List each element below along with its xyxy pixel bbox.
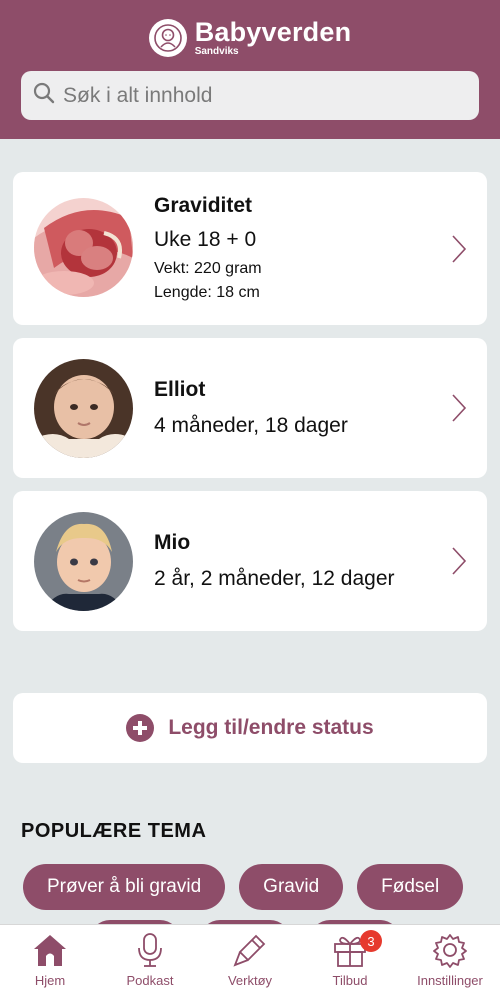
tab-label: Podkast [126, 973, 174, 988]
topic-chips: Prøver å bli gravid Gravid Fødsel [23, 864, 464, 910]
child-name: Mio [154, 531, 191, 554]
app-header: Babyverden Sandviks [0, 0, 500, 139]
brand-logo[interactable]: Babyverden Sandviks [0, 18, 500, 57]
search-input[interactable] [63, 83, 443, 108]
pregnancy-weight: Vekt: 220 gram [154, 260, 262, 277]
bottom-tab-bar: Hjem Podkast Verktøy 3 Tilbud Innstillin… [0, 924, 500, 998]
brush-icon [230, 931, 270, 969]
fetus-image [34, 198, 133, 297]
home-icon [30, 931, 70, 969]
search-icon [33, 82, 55, 109]
topic-chip[interactable]: Fødsel [357, 864, 464, 910]
chevron-right-icon [452, 394, 467, 422]
pregnancy-card[interactable]: Graviditet Uke 18 + 0 Vekt: 220 gram Len… [13, 172, 487, 325]
search-bar[interactable] [21, 71, 479, 120]
pregnancy-title: Graviditet [154, 194, 253, 217]
tab-tools[interactable]: Verktøy [200, 925, 300, 998]
pregnancy-length: Lengde: 18 cm [154, 284, 260, 301]
avatar [34, 359, 133, 458]
brand-subtitle: Sandviks [194, 46, 239, 57]
chevron-right-icon [452, 235, 467, 263]
tab-settings[interactable]: Innstillinger [400, 925, 500, 998]
notification-badge: 3 [360, 930, 382, 952]
tab-podcast[interactable]: Podkast [100, 925, 200, 998]
add-status-label: Legg til/endre status [168, 716, 374, 739]
popular-topics-heading: POPULÆRE TEMA [21, 820, 207, 842]
avatar [34, 512, 133, 611]
child-age: 4 måneder, 18 dager [154, 414, 348, 437]
chevron-right-icon [452, 547, 467, 575]
child-name: Elliot [154, 378, 206, 401]
tab-label: Hjem [34, 973, 66, 988]
tab-label: Innstillinger [417, 973, 483, 988]
child-age: 2 år, 2 måneder, 12 dager [154, 567, 395, 590]
tab-label: Verktøy [227, 973, 273, 988]
tab-label: Tilbud [332, 973, 368, 988]
add-status-button[interactable]: Legg til/endre status [13, 693, 487, 763]
pregnancy-week: Uke 18 + 0 [154, 228, 257, 251]
child-card-elliot[interactable]: Elliot 4 måneder, 18 dager [13, 338, 487, 478]
tab-home[interactable]: Hjem [0, 925, 100, 998]
topic-chip[interactable]: Gravid [239, 864, 344, 910]
topic-chip[interactable]: Prøver å bli gravid [23, 864, 226, 910]
gear-icon [430, 931, 470, 969]
child-card-mio[interactable]: Mio 2 år, 2 måneder, 12 dager [13, 491, 487, 631]
plus-circle-icon [126, 714, 155, 742]
microphone-icon [130, 931, 170, 969]
baby-logo-icon [148, 18, 187, 57]
brand-name: Babyverden [194, 17, 352, 47]
tab-offers[interactable]: 3 Tilbud [300, 925, 400, 998]
